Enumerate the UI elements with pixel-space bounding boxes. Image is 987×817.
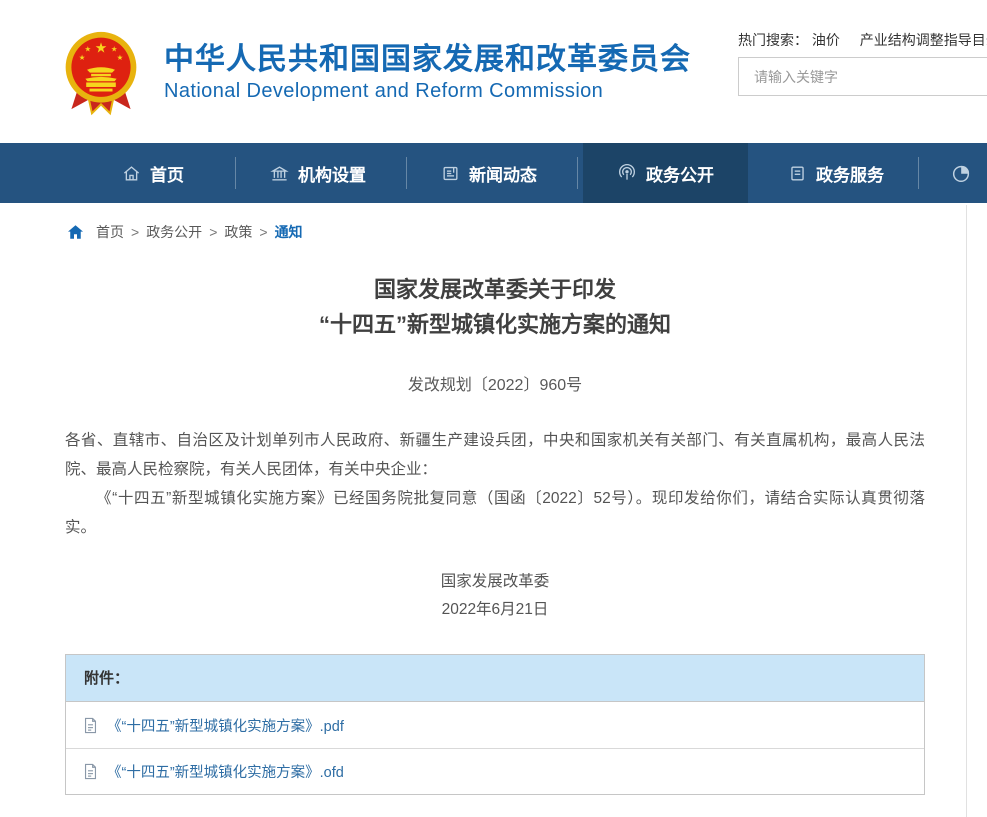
pie-chart-icon — [950, 162, 972, 184]
hot-search-keyword-oil[interactable]: 油价 — [812, 32, 840, 48]
breadcrumb: 首页 > 政务公开 > 政策 > 通知 — [66, 222, 303, 242]
nav-item-gov-services[interactable]: 政务服务 — [788, 143, 884, 203]
breadcrumb-separator: > — [209, 224, 217, 240]
hot-search-label: 热门搜索： — [738, 32, 808, 48]
site-header: ★ ★ ★ ★ ★ 中华人民共和国国家发展和改革委员会 National Dev… — [0, 0, 987, 143]
national-emblem-icon: ★ ★ ★ ★ ★ — [64, 28, 138, 118]
nav-item-news[interactable]: 新闻动态 — [441, 143, 537, 203]
breadcrumb-item-home[interactable]: 首页 — [96, 222, 124, 242]
nav-item-label: 机构设置 — [298, 161, 366, 186]
site-title-english: National Development and Reform Commissi… — [164, 80, 691, 103]
search-box — [738, 57, 987, 96]
nav-item-data[interactable] — [950, 143, 981, 203]
breadcrumb-separator: > — [259, 224, 267, 240]
signature-issuer: 国家发展改革委 — [65, 568, 925, 596]
file-icon — [83, 763, 98, 780]
page: ★ ★ ★ ★ ★ 中华人民共和国国家发展和改革委员会 National Dev… — [0, 0, 987, 817]
home-icon — [122, 164, 141, 183]
document-icon — [788, 164, 807, 183]
nav-item-label: 首页 — [150, 161, 184, 186]
attachment-row: 《“十四五”新型城镇化实施方案》.ofd — [66, 748, 924, 794]
svg-text:★: ★ — [85, 45, 92, 54]
institution-icon — [270, 164, 289, 183]
nav-divider — [577, 157, 578, 189]
search-input[interactable] — [739, 58, 987, 95]
breadcrumb-home-icon[interactable] — [66, 223, 85, 241]
svg-text:★: ★ — [79, 53, 86, 62]
nav-item-gov-disclosure[interactable]: 政务公开 — [583, 143, 748, 203]
paragraph-main: 《“十四五”新型城镇化实施方案》已经国务院批复同意（国函〔2022〕52号）。现… — [65, 484, 925, 542]
breadcrumb-item-gov-disclosure[interactable]: 政务公开 — [146, 222, 202, 242]
nav-divider — [235, 157, 236, 189]
breadcrumb-item-notice[interactable]: 通知 — [275, 222, 303, 242]
document-title-line2: “十四五”新型城镇化实施方案的通知 — [65, 307, 925, 342]
site-titles: 中华人民共和国国家发展和改革委员会 National Development a… — [164, 43, 691, 103]
nav-divider — [406, 157, 407, 189]
hot-search-keyword-catalog[interactable]: 产业结构调整指导目录 — [860, 32, 987, 48]
document-body: 各省、直辖市、自治区及计划单列市人民政府、新疆生产建设兵团，中央和国家机关有关部… — [65, 426, 925, 542]
attachment-row: 《“十四五”新型城镇化实施方案》.pdf — [66, 702, 924, 748]
attachment-link-ofd[interactable]: 《“十四五”新型城镇化实施方案》.ofd — [107, 761, 344, 782]
attachment-link-pdf[interactable]: 《“十四五”新型城镇化实施方案》.pdf — [107, 715, 344, 736]
breadcrumb-separator: > — [131, 224, 139, 240]
nav-item-organization[interactable]: 机构设置 — [270, 143, 366, 203]
article: 国家发展改革委关于印发 “十四五”新型城镇化实施方案的通知 发改规划〔2022〕… — [65, 272, 925, 624]
main-nav: 首页 机构设置 新闻动态 — [0, 143, 987, 203]
svg-text:★: ★ — [95, 39, 108, 55]
site-title-chinese: 中华人民共和国国家发展和改革委员会 — [164, 43, 691, 77]
document-signature-block: 国家发展改革委 2022年6月21日 — [65, 568, 925, 624]
broadcast-icon — [617, 163, 637, 183]
nav-item-label: 政务服务 — [816, 161, 884, 186]
hot-search-bar: 热门搜索： 油价 产业结构调整指导目录 — [738, 30, 987, 50]
signature-date: 2022年6月21日 — [65, 596, 925, 624]
svg-text:★: ★ — [117, 53, 124, 62]
nav-item-label: 政务公开 — [646, 161, 714, 186]
news-icon — [441, 164, 460, 183]
nav-divider — [918, 157, 919, 189]
document-title: 国家发展改革委关于印发 “十四五”新型城镇化实施方案的通知 — [65, 272, 925, 342]
content-right-border — [966, 205, 967, 817]
site-logo[interactable]: ★ ★ ★ ★ ★ 中华人民共和国国家发展和改革委员会 National Dev… — [64, 28, 691, 118]
nav-item-home[interactable]: 首页 — [122, 143, 184, 203]
attachments-header: 附件： — [66, 655, 924, 702]
paragraph-addressees: 各省、直辖市、自治区及计划单列市人民政府、新疆生产建设兵团，中央和国家机关有关部… — [65, 426, 925, 484]
document-title-line1: 国家发展改革委关于印发 — [65, 272, 925, 307]
document-number: 发改规划〔2022〕960号 — [65, 371, 925, 395]
nav-item-label: 新闻动态 — [469, 161, 537, 186]
breadcrumb-item-policy[interactable]: 政策 — [224, 222, 252, 242]
file-icon — [83, 717, 98, 734]
attachments-panel: 附件： 《“十四五”新型城镇化实施方案》.pdf 《“十四五”新型城镇化实施方案… — [65, 654, 925, 795]
